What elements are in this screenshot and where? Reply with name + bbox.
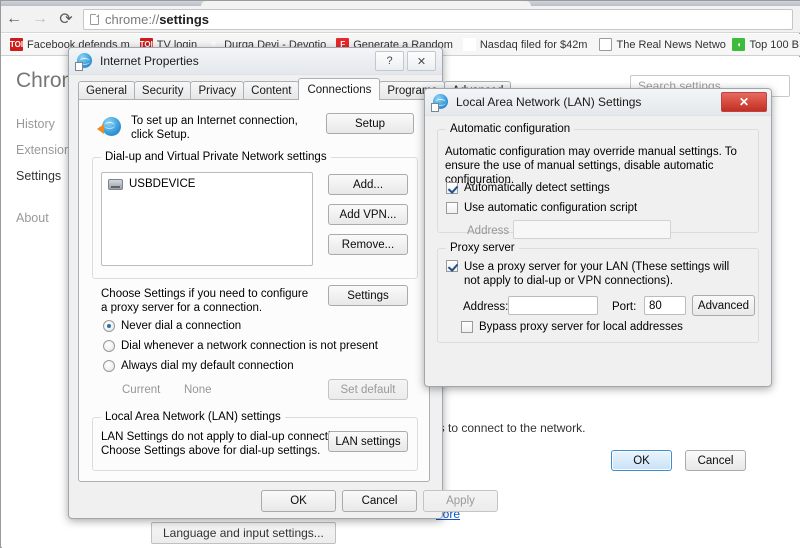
radio-dial-when-no-network[interactable]: Dial whenever a network connection is no… (103, 340, 378, 353)
lan-settings-titlebar[interactable]: Local Area Network (LAN) Settings ✕ (425, 89, 771, 116)
tab-privacy[interactable]: Privacy (190, 81, 245, 100)
close-icon[interactable]: ✕ (721, 92, 767, 112)
checkbox-indicator (446, 202, 458, 214)
use-proxy-server-checkbox[interactable]: Use a proxy server for your LAN (These s… (446, 260, 746, 288)
checkbox-indicator (446, 182, 458, 194)
radio-always-dial-default[interactable]: Always dial my default connection (103, 360, 294, 373)
connections-tab-panel: To set up an Internet connection, click … (78, 99, 430, 482)
add-vpn-button[interactable]: Add VPN... (328, 204, 408, 225)
settings-button[interactable]: Settings (328, 285, 408, 306)
set-default-button: Set default (328, 379, 408, 400)
dialup-vpn-group-label: Dial-up and Virtual Private Network sett… (101, 151, 331, 163)
lan-hint-line1: LAN Settings do not apply to dial-up con… (101, 431, 353, 443)
back-button[interactable]: ← (1, 6, 27, 32)
z-icon: Z (462, 38, 476, 51)
list-item[interactable]: USBDEVICE (102, 173, 312, 190)
url-path: settings (159, 12, 210, 27)
reload-button[interactable]: ⟳ (53, 6, 79, 32)
bookmark-label: Top 100 B (749, 38, 800, 51)
auto-script-address-input (513, 220, 671, 239)
proxy-settings-hint: Choose Settings if you need to configure… (101, 288, 309, 314)
document-icon (599, 38, 613, 51)
checkbox-label: Use a proxy server for your LAN (These s… (464, 261, 730, 287)
radio-never-dial[interactable]: Never dial a connection (103, 320, 241, 333)
lan-settings-dialog: Local Area Network (LAN) Settings ✕ Auto… (424, 88, 772, 471)
automatic-configuration-description: Automatic configuration may override man… (445, 146, 737, 186)
language-and-input-settings-button[interactable]: Language and input settings... (151, 522, 336, 544)
auto-script-address-label: Address (467, 225, 510, 237)
internet-properties-icon (75, 53, 93, 71)
close-icon[interactable]: ✕ (407, 51, 436, 71)
radio-label: Always dial my default connection (121, 360, 294, 372)
bookmark-item[interactable]: ◖ Top 100 B (727, 35, 800, 55)
tab-content[interactable]: Content (243, 81, 300, 100)
url-scheme: chrome:// (105, 12, 160, 27)
tab-security[interactable]: Security (133, 81, 192, 100)
add-button[interactable]: Add... (328, 174, 408, 195)
internet-connection-icon (97, 115, 123, 139)
tab-connections[interactable]: Connections (298, 78, 381, 100)
radio-label: Never dial a connection (121, 320, 242, 332)
lan-settings-button[interactable]: LAN settings (328, 431, 408, 452)
tab-general[interactable]: General (78, 81, 135, 100)
cancel-button[interactable]: Cancel (685, 450, 746, 471)
proxy-port-input[interactable]: 80 (644, 296, 686, 315)
checkbox-label: Use automatic configuration script (464, 202, 638, 214)
auto-detect-settings-checkbox[interactable]: Automatically detect settings (446, 182, 610, 195)
ok-button[interactable]: OK (261, 490, 336, 512)
modem-icon (108, 178, 123, 190)
setup-description: To set up an Internet connection, click … (131, 115, 298, 141)
use-automatic-configuration-script-checkbox[interactable]: Use automatic configuration script (446, 202, 637, 215)
remove-button[interactable]: Remove... (328, 234, 408, 255)
dialog-title: Internet Properties (100, 54, 199, 68)
sidebar-item-label: History (16, 117, 55, 131)
screenshot-root: ← → ⟳ chrome://settings TOI Facebook def… (0, 0, 800, 548)
address-bar[interactable]: chrome://settings (83, 9, 793, 30)
toi-icon: TOI (10, 38, 23, 51)
checkbox-indicator (461, 321, 473, 333)
lan-settings-group-label: Local Area Network (LAN) settings (101, 411, 285, 423)
sidebar-item-label: Settings (16, 169, 62, 183)
current-connection-value: None (184, 384, 212, 396)
lan-settings-icon (431, 94, 449, 112)
proxy-address-label: Address: (463, 301, 509, 313)
checkbox-label: Automatically detect settings (464, 182, 610, 194)
dialog-title: Local Area Network (LAN) Settings (456, 95, 642, 109)
page-document-icon (90, 14, 99, 25)
current-connection-label: Current (122, 384, 161, 396)
help-icon[interactable]: ? (375, 51, 404, 71)
radio-indicator (103, 340, 115, 352)
proxy-port-label: Port: (612, 301, 637, 313)
radio-label: Dial whenever a network connection is no… (121, 340, 378, 352)
setup-button[interactable]: Setup (326, 113, 414, 134)
proxy-server-group-label: Proxy server (446, 242, 519, 254)
checkbox-indicator (446, 260, 458, 272)
cancel-button[interactable]: Cancel (342, 490, 417, 512)
bookmark-item[interactable]: Z Nasdaq filed for $42m (458, 35, 593, 55)
sidebar-item-label: About (16, 211, 49, 225)
bookmark-item[interactable]: The Real News Netwo (592, 35, 727, 55)
advanced-button[interactable]: Advanced (692, 295, 755, 316)
apply-button: Apply (423, 490, 498, 512)
forward-button[interactable]: → (27, 6, 53, 32)
proxy-address-input[interactable] (508, 296, 598, 315)
radio-indicator (103, 320, 115, 332)
list-item-label: USBDEVICE (129, 178, 196, 190)
radio-indicator (103, 360, 115, 372)
internet-properties-titlebar[interactable]: Internet Properties ? ✕ (69, 48, 442, 75)
green-icon: ◖ (732, 38, 746, 51)
bookmark-label: Nasdaq filed for $42m (479, 38, 588, 51)
checkbox-label: Bypass proxy server for local addresses (479, 321, 683, 333)
network-settings-description: gs to connect to the network. (432, 421, 586, 435)
bypass-proxy-checkbox[interactable]: Bypass proxy server for local addresses (461, 321, 683, 334)
bookmark-label: The Real News Netwo (616, 38, 726, 51)
automatic-configuration-group-label: Automatic configuration (446, 123, 575, 135)
ok-button[interactable]: OK (611, 450, 672, 471)
connections-listbox[interactable]: USBDEVICE (101, 172, 313, 266)
lan-hint-line2: Choose Settings above for dial-up settin… (101, 445, 321, 457)
internet-properties-dialog: Internet Properties ? ✕ General Security… (68, 47, 512, 519)
